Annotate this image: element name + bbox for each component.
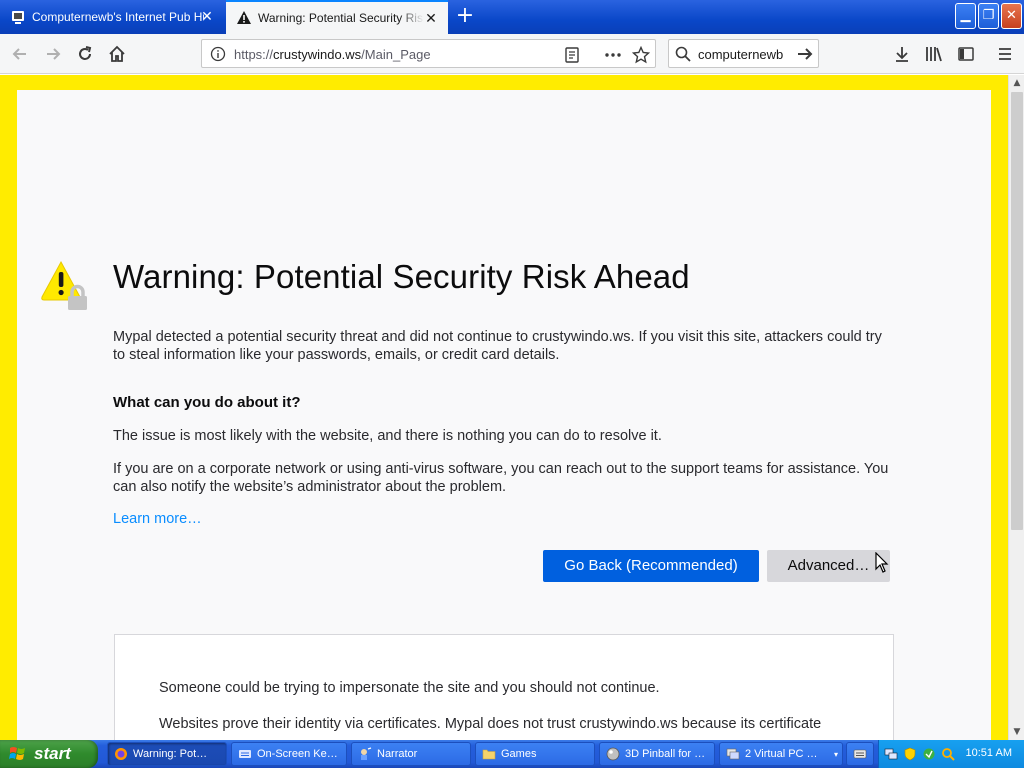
keyboard-icon xyxy=(853,749,867,759)
close-window-button[interactable]: ✕ xyxy=(1001,3,1022,29)
search-icon xyxy=(675,46,691,66)
sidebar-button[interactable] xyxy=(954,42,978,66)
answer-text-1: The issue is most likely with the websit… xyxy=(113,428,662,444)
bookmark-star-icon[interactable] xyxy=(631,45,651,64)
taskbar-item-games[interactable]: Games xyxy=(475,742,595,766)
windows-flag-icon xyxy=(9,747,25,760)
site-favicon-icon xyxy=(10,9,26,25)
taskbar-item-keyboard[interactable]: On-Screen Ke… xyxy=(231,742,347,766)
menu-button[interactable] xyxy=(993,42,1017,66)
search-go-icon[interactable] xyxy=(796,45,814,67)
advanced-button[interactable]: Advanced… xyxy=(767,550,890,582)
back-button[interactable] xyxy=(8,42,32,66)
reader-view-icon[interactable] xyxy=(563,46,581,64)
url-host: crustywindo.ws xyxy=(273,47,362,62)
taskbar-item-label: 2 Virtual PC … xyxy=(745,748,818,760)
clock: 10:51 AM xyxy=(965,747,1012,759)
network-icon[interactable] xyxy=(884,747,898,761)
url-bar[interactable]: https://crustywindo.ws/Main_Page xyxy=(201,39,656,68)
forward-arrow-icon xyxy=(47,48,61,60)
library-button[interactable] xyxy=(922,42,946,66)
update-icon[interactable] xyxy=(922,747,936,761)
system-tray: 10:51 AM xyxy=(878,740,1024,768)
advanced-details-panel: Someone could be trying to impersonate t… xyxy=(114,634,894,754)
tab-title: Computernewb's Internet Pub Hub xyxy=(32,10,204,24)
download-icon xyxy=(896,47,908,62)
close-tab-icon[interactable]: ✕ xyxy=(200,9,214,23)
scroll-up-arrow-icon[interactable]: ▲ xyxy=(1010,75,1024,91)
tab-computernewb[interactable]: Computernewb's Internet Pub Hub ✕ xyxy=(0,0,224,34)
sidebar-icon xyxy=(958,47,974,61)
home-icon xyxy=(109,45,125,62)
group-dropdown-icon[interactable]: ▾ xyxy=(834,750,838,759)
warning-lock-icon xyxy=(41,260,87,310)
hamburger-menu-icon xyxy=(999,48,1011,60)
folder-icon xyxy=(482,749,496,760)
narrator-icon xyxy=(361,747,372,760)
details-text-2: Websites prove their identity via certif… xyxy=(159,716,822,732)
section-heading: What can you do about it? xyxy=(113,394,301,411)
downloads-button[interactable] xyxy=(890,42,914,66)
magnifier-icon[interactable] xyxy=(941,747,955,761)
taskbar-item-keyboard-tray[interactable] xyxy=(846,742,874,766)
minimize-button[interactable]: ▁ xyxy=(955,3,976,29)
details-text-1: Someone could be trying to impersonate t… xyxy=(159,680,660,696)
taskbar-item-browser[interactable]: Warning: Pot… xyxy=(107,742,227,766)
warning-page: Warning: Potential Security Risk Ahead M… xyxy=(17,90,991,754)
url-text: https://crustywindo.ws/Main_Page xyxy=(234,47,431,62)
reload-button[interactable] xyxy=(73,42,97,66)
answer-text-2: If you are on a corporate network or usi… xyxy=(113,461,889,495)
start-button[interactable]: start xyxy=(0,740,98,768)
back-arrow-icon xyxy=(12,48,26,60)
taskbar-item-pinball[interactable]: 3D Pinball for … xyxy=(599,742,715,766)
scrollbar-thumb[interactable] xyxy=(1011,92,1023,530)
taskbar-item-label: Narrator xyxy=(377,748,418,760)
taskbar: start Warning: Pot… On-Screen Ke… Narrat… xyxy=(0,740,1024,768)
page-actions-icon[interactable] xyxy=(604,46,622,64)
tab-strip: Computernewb's Internet Pub Hub ✕ Warnin… xyxy=(0,0,1024,34)
page-title: Warning: Potential Security Risk Ahead xyxy=(113,258,690,295)
firefox-icon xyxy=(115,748,127,760)
warning-page-frame: Warning: Potential Security Risk Ahead M… xyxy=(0,75,1008,754)
maximize-button[interactable]: ❐ xyxy=(978,3,999,29)
virtual-pc-icon xyxy=(726,748,740,760)
scroll-down-arrow-icon[interactable]: ▼ xyxy=(1010,724,1024,740)
home-button[interactable] xyxy=(105,42,129,66)
forward-button[interactable] xyxy=(41,42,65,66)
warning-favicon-icon xyxy=(236,10,252,26)
library-icon xyxy=(926,47,942,62)
url-prefix: https:// xyxy=(234,47,274,62)
taskbar-item-label: Games xyxy=(501,748,537,760)
site-info-icon[interactable] xyxy=(210,46,226,66)
taskbar-item-virtual-pc[interactable]: 2 Virtual PC … ▾ xyxy=(719,742,843,766)
learn-more-link[interactable]: Learn more… xyxy=(113,511,202,527)
intro-text: Mypal detected a potential security thre… xyxy=(113,329,882,363)
tab-title: Warning: Potential Security Risk Ahead xyxy=(258,11,424,25)
start-label: start xyxy=(34,744,71,763)
pinball-icon xyxy=(606,747,620,761)
navigation-toolbar: https://crustywindo.ws/Main_Page compute… xyxy=(0,34,1024,74)
reload-icon xyxy=(79,46,92,60)
vertical-scrollbar[interactable]: ▲ ▼ xyxy=(1008,75,1024,740)
keyboard-icon xyxy=(239,750,251,758)
mouse-cursor-icon xyxy=(875,552,889,573)
close-tab-icon[interactable]: ✕ xyxy=(424,11,438,25)
go-back-button[interactable]: Go Back (Recommended) xyxy=(543,550,759,582)
taskbar-item-label: On-Screen Ke… xyxy=(257,748,338,760)
new-tab-button[interactable]: + xyxy=(454,5,476,28)
security-shield-icon[interactable] xyxy=(903,747,917,761)
url-path: /Main_Page xyxy=(361,47,431,62)
tab-security-warning[interactable]: Warning: Potential Security Risk Ahead ✕ xyxy=(226,0,448,34)
search-bar[interactable]: computernewb xyxy=(668,39,819,68)
taskbar-item-label: Warning: Pot… xyxy=(133,748,208,760)
taskbar-item-label: 3D Pinball for … xyxy=(625,748,706,760)
taskbar-item-narrator[interactable]: Narrator xyxy=(351,742,471,766)
search-input[interactable]: computernewb xyxy=(698,47,783,62)
